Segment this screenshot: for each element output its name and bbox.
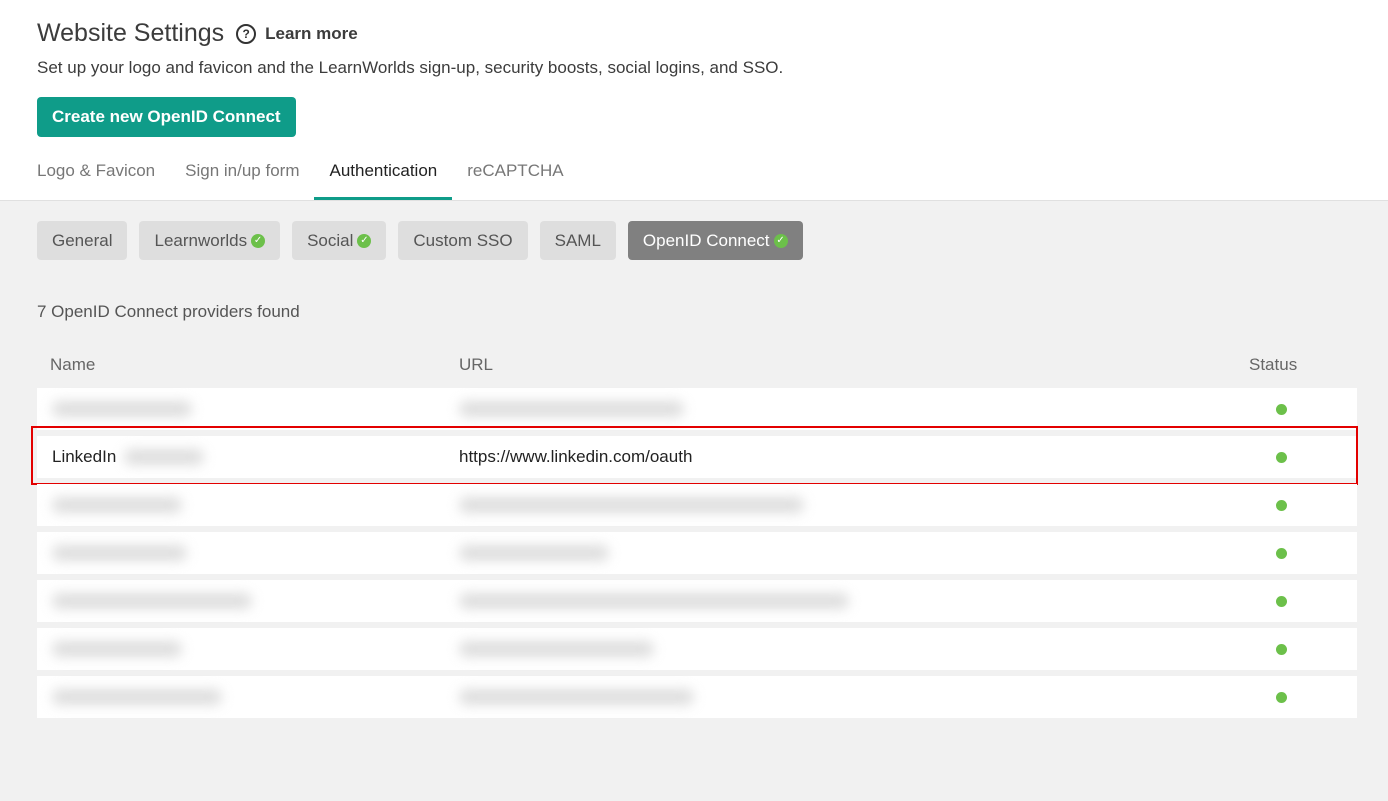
page-subtitle: Set up your logo and favicon and the Lea…	[37, 58, 784, 77]
table-row[interactable]	[37, 532, 1357, 574]
provider-name	[37, 593, 459, 609]
provider-url	[459, 641, 1245, 657]
table-row-linkedin[interactable]: LinkedIn https://www.linkedin.com/oauth	[31, 426, 1358, 485]
tab-recaptcha[interactable]: reCAPTCHA	[467, 148, 563, 200]
column-url: URL	[459, 355, 494, 374]
subtab-learnworlds[interactable]: Learnworlds ✓	[139, 221, 281, 260]
status-dot-icon	[1276, 499, 1287, 511]
status-dot-icon	[1276, 643, 1287, 655]
subtab-label: Social	[307, 230, 354, 250]
create-openid-connect-button[interactable]: Create new OpenID Connect	[37, 97, 296, 137]
redacted-text	[459, 593, 849, 609]
table-row[interactable]	[37, 580, 1357, 622]
redacted-text	[52, 641, 182, 657]
status-dot-icon	[1276, 595, 1287, 607]
learn-more-link[interactable]: Learn more	[265, 24, 358, 44]
help-circle-icon[interactable]: ?	[236, 23, 257, 44]
status-dot-icon	[1276, 547, 1287, 559]
subtab-saml[interactable]: SAML	[539, 221, 616, 260]
subtab-label: Custom SSO	[413, 230, 513, 250]
provider-name: LinkedIn	[37, 447, 459, 467]
provider-url: https://www.linkedin.com/oauth	[459, 447, 693, 466]
redacted-text	[52, 593, 252, 609]
redacted-text	[52, 401, 192, 417]
table-row[interactable]	[37, 628, 1357, 670]
status-cell	[1245, 595, 1357, 607]
redacted-text	[52, 545, 187, 561]
subtab-label: OpenID Connect	[642, 230, 770, 250]
status-dot-icon	[1276, 451, 1287, 463]
check-circle-icon: ✓	[773, 233, 788, 248]
status-cell	[1245, 499, 1357, 511]
provider-name	[37, 641, 459, 657]
provider-url	[459, 593, 1245, 609]
subtab-label: SAML	[554, 230, 601, 250]
status-cell	[1245, 451, 1357, 463]
status-dot-icon	[1276, 403, 1287, 415]
auth-subtabs: General Learnworlds ✓ Social ✓ Custom SSO …	[37, 221, 815, 260]
subtab-label: Learnworlds	[154, 230, 248, 250]
subtab-openid-connect[interactable]: OpenID Connect ✓	[627, 221, 803, 260]
check-circle-icon: ✓	[251, 233, 266, 248]
redacted-text	[459, 401, 684, 417]
tab-authentication[interactable]: Authentication	[314, 148, 453, 200]
subtab-custom-sso[interactable]: Custom SSO	[398, 221, 528, 260]
subtab-general[interactable]: General	[37, 221, 128, 260]
table-row[interactable]	[37, 676, 1357, 718]
redacted-text	[459, 497, 804, 513]
subtab-social[interactable]: Social ✓	[292, 221, 387, 260]
table-header: Name URL Status	[37, 348, 1357, 382]
title-row: Website Settings ? Learn more	[37, 19, 358, 48]
tab-sign-in-up-form[interactable]: Sign in/up form	[185, 148, 299, 200]
settings-tabs: Logo & Favicon Sign in/up form Authentic…	[37, 148, 594, 200]
provider-name-text: LinkedIn	[52, 447, 117, 466]
provider-url	[459, 401, 1245, 417]
page-header: Website Settings ? Learn more Set up you…	[0, 0, 1388, 201]
status-dot-icon	[1276, 691, 1287, 703]
status-cell	[1245, 547, 1357, 559]
column-name: Name	[50, 355, 96, 374]
redacted-text	[52, 497, 182, 513]
redacted-text	[459, 641, 654, 657]
status-cell	[1245, 691, 1357, 703]
redacted-text	[459, 545, 609, 561]
tab-logo-favicon[interactable]: Logo & Favicon	[37, 148, 155, 200]
check-circle-icon: ✓	[357, 233, 372, 248]
table-row[interactable]	[37, 388, 1357, 430]
provider-url	[459, 497, 1245, 513]
provider-name	[37, 545, 459, 561]
status-cell	[1245, 403, 1357, 415]
redacted-text	[124, 449, 205, 465]
redacted-text	[52, 689, 222, 705]
status-cell	[1245, 643, 1357, 655]
provider-name	[37, 401, 459, 417]
provider-name	[37, 689, 459, 705]
provider-name	[37, 497, 459, 513]
page-title: Website Settings	[37, 19, 225, 47]
provider-url	[459, 545, 1245, 561]
table-row[interactable]	[37, 484, 1357, 526]
subtab-label: General	[52, 230, 113, 250]
providers-count: 7 OpenID Connect providers found	[37, 302, 300, 321]
provider-url	[459, 689, 1245, 705]
providers-table: Name URL Status LinkedIn https://www.lin…	[31, 348, 1358, 718]
column-status: Status	[1249, 355, 1298, 374]
redacted-text	[459, 689, 694, 705]
